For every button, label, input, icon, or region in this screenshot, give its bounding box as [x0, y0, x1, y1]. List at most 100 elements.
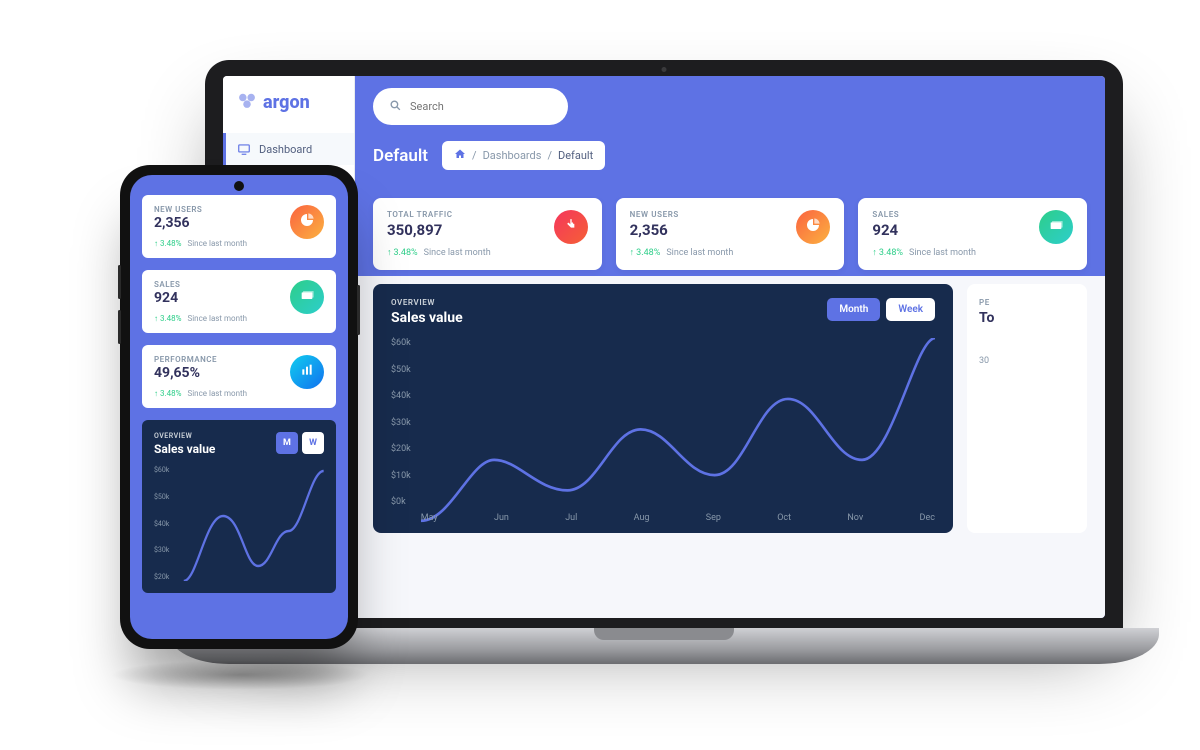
- chart-sales-value: OVERVIEW Sales value Month Week: [373, 284, 953, 533]
- y-tick: $50k: [154, 493, 169, 501]
- phone-volume-down: [118, 310, 121, 344]
- delta: 3.48%: [160, 389, 181, 398]
- since: Since last month: [666, 248, 733, 258]
- arrow-up-icon: ↑: [872, 247, 877, 258]
- mobile-app: NEW USERS 2,356 ↑3.48%Since last month S…: [130, 175, 348, 593]
- stat-label: SALES: [154, 280, 247, 289]
- delta: 3.48%: [160, 314, 181, 323]
- stat-icon-badge: [1039, 210, 1073, 244]
- toggle-month[interactable]: M: [276, 432, 298, 454]
- crumb-sep: /: [472, 149, 477, 162]
- y-axis: $60k $50k $40k $30k $20k: [154, 466, 169, 581]
- app-header: [355, 76, 1105, 129]
- stat-value: 2,356: [154, 215, 247, 231]
- stat-icon-badge: [290, 280, 324, 314]
- chart-eyebrow: OVERVIEW: [391, 298, 463, 307]
- stat-performance: PERFORMANCE 49,65% ↑3.48% Since last mont…: [142, 345, 336, 408]
- brand-name: argon: [263, 92, 310, 113]
- since: Since last month: [424, 248, 491, 258]
- plot: [175, 466, 324, 581]
- stat-trend: ↑3.48% Since last month: [872, 247, 976, 258]
- side-eyebrow: PE: [979, 298, 1075, 307]
- phone-camera: [234, 181, 244, 191]
- y-axis: $60k $50k $40k $30k $20k $10k $0k: [391, 338, 411, 523]
- y-tick: $20k: [154, 573, 169, 581]
- tv-icon: [237, 142, 251, 156]
- home-icon[interactable]: [454, 148, 466, 163]
- page-title: Default: [373, 146, 428, 166]
- search[interactable]: [373, 88, 568, 125]
- nav-label: Dashboard: [259, 143, 312, 156]
- stat-value: 49,65%: [154, 365, 247, 381]
- pie-icon: [299, 212, 315, 232]
- hand-icon: [563, 217, 579, 237]
- x-tick: Dec: [920, 513, 935, 523]
- argon-icon: [237, 90, 257, 115]
- arrow-up-icon: ↑: [387, 247, 392, 258]
- y-tick: $20k: [391, 444, 411, 454]
- nav-dashboard[interactable]: Dashboard: [223, 133, 354, 165]
- brand-logo[interactable]: argon: [223, 76, 354, 133]
- side-axis-tick: 30: [979, 356, 1075, 366]
- x-tick: May: [421, 513, 438, 523]
- stat-label: NEW USERS: [630, 210, 734, 219]
- stat-label: SALES: [872, 210, 976, 219]
- y-tick: $40k: [391, 391, 411, 401]
- delta: 3.48%: [394, 248, 418, 258]
- y-tick: $50k: [391, 365, 411, 375]
- arrow-up-icon: ↑: [630, 247, 635, 258]
- phone-screen: NEW USERS 2,356 ↑3.48%Since last month S…: [130, 175, 348, 639]
- chart-title: Sales value: [391, 310, 463, 326]
- crumb-sep: /: [547, 149, 552, 162]
- since: Since last month: [187, 239, 247, 248]
- line-chart-svg: [175, 466, 324, 581]
- stats-row: TOTAL TRAFFIC 350,897 ↑3.48% Since last …: [373, 198, 1087, 270]
- since: Since last month: [187, 389, 247, 398]
- pie-icon: [805, 217, 821, 237]
- delta: 3.48%: [879, 248, 903, 258]
- stat-sales: SALES 924 ↑3.48%Since last month: [142, 270, 336, 333]
- crumb-link[interactable]: Dashboards: [483, 149, 542, 162]
- stat-value: 924: [872, 221, 976, 239]
- toggle-week[interactable]: W: [302, 432, 324, 454]
- chart-row: OVERVIEW Sales value Month Week: [373, 284, 1087, 533]
- x-axis: May Jun Jul Aug Sep Oct Nov Dec: [421, 513, 935, 523]
- x-tick: Oct: [777, 513, 791, 523]
- stat-value: 924: [154, 290, 247, 306]
- x-tick: Nov: [847, 513, 863, 523]
- stat-value: 2,356: [630, 221, 734, 239]
- stat-icon-badge: [554, 210, 588, 244]
- y-tick: $60k: [154, 466, 169, 474]
- line-chart-svg: [421, 338, 935, 523]
- y-tick: $30k: [154, 546, 169, 554]
- toggle-month[interactable]: Month: [827, 298, 880, 321]
- arrow-up-icon: ↑: [154, 239, 158, 248]
- chart-range-toggle: Month Week: [827, 298, 935, 321]
- app-body: TOTAL TRAFFIC 350,897 ↑3.48% Since last …: [355, 184, 1105, 618]
- stat-label: PERFORMANCE: [154, 355, 247, 364]
- since: Since last month: [909, 248, 976, 258]
- phone-shadow: [110, 660, 370, 690]
- stat-label: NEW USERS: [154, 205, 247, 214]
- chart-sales-value-mobile: OVERVIEW Sales value M W $60k $50k $40k …: [142, 420, 336, 593]
- since: Since last month: [187, 314, 247, 323]
- stat-icon-badge: [290, 355, 324, 389]
- search-input[interactable]: [410, 100, 552, 113]
- toggle-week[interactable]: Week: [886, 298, 935, 321]
- stat-new-users: NEW USERS 2,356 ↑3.48%Since last month: [142, 195, 336, 258]
- y-tick: $30k: [391, 418, 411, 428]
- delta: 3.48%: [636, 248, 660, 258]
- side-card: PE To 30: [967, 284, 1087, 533]
- y-tick: $60k: [391, 338, 411, 348]
- x-tick: Jul: [565, 513, 577, 523]
- phone-power: [357, 285, 360, 335]
- breadcrumb: / Dashboards / Default: [442, 141, 605, 170]
- phone-mockup: NEW USERS 2,356 ↑3.48%Since last month S…: [120, 165, 358, 649]
- x-tick: Jun: [494, 513, 509, 523]
- page-head: Default / Dashboards / Default: [355, 129, 1105, 184]
- arrow-up-icon: ↑: [154, 389, 158, 398]
- stat-label: TOTAL TRAFFIC: [387, 210, 491, 219]
- cash-icon: [299, 287, 315, 307]
- laptop-camera: [662, 67, 667, 72]
- cash-icon: [1048, 217, 1064, 237]
